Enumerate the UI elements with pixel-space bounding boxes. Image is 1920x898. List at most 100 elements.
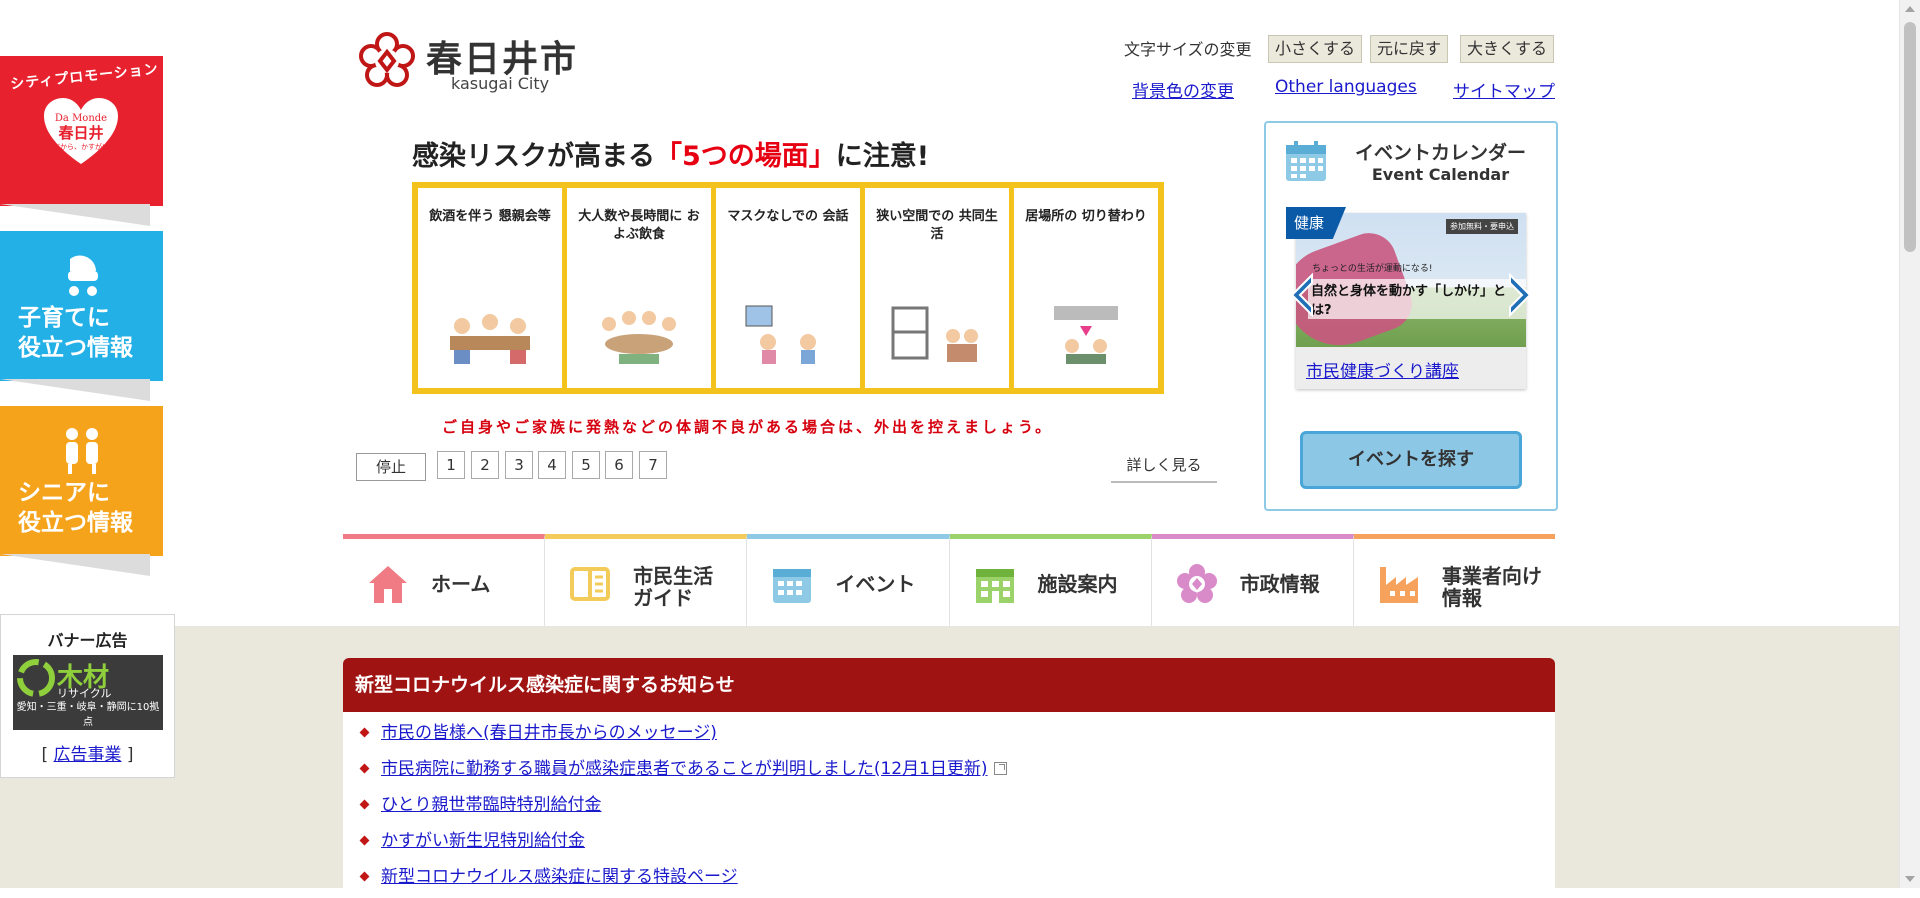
notice-link[interactable]: ひとり親世帯臨時特別給付金 [381,795,602,815]
slide-page-button-4[interactable]: 4 [538,451,566,479]
recycle-wood-ad-banner[interactable]: 木材 リサイクル 愛知・三重・岐阜・静岡に10拠点 [13,655,163,730]
senior-line-1: シニアに [18,480,110,506]
nav-business-info-label: 事業者向け 情報 [1442,565,1547,609]
bullet-icon [359,835,370,846]
heart-text: Da Monde 春日井 だから、かすがい [42,112,120,154]
senior-info-banner[interactable]: シニアに 役立つ情報 [0,406,163,576]
calendar-icon [773,569,812,603]
nav-business-info-line-2: 情報 [1441,586,1482,610]
site-logo[interactable]: 春日井市 kasugai City [356,28,586,96]
factory-icon [1379,567,1418,603]
recycle-icon [17,659,55,697]
bracket-close: ] [126,745,134,765]
nav-life-guide[interactable]: 市民生活 ガイド [545,534,748,626]
drinking-party-illustration-icon [450,314,530,364]
calendar-icon [1286,141,1326,181]
nav-life-guide-line-1: 市民生活 [633,564,714,588]
list-item: かすがい新生児特別給付金 [355,832,1555,868]
slide-headline-highlight: 「5つの場面」 [655,141,836,172]
carousel-prev-arrow-icon[interactable] [1286,271,1316,319]
scene-panel: 居場所の 切り替わり [1014,188,1158,388]
list-item: 新型コロナウイルス感染症に関する特設ページ [355,868,1555,898]
event-card[interactable]: 参加無料・要申込 ちょっとの生活が運動になる! 自然と身体を動かす「しかけ」とは… [1296,213,1526,389]
other-languages-link[interactable]: Other languages [1275,77,1417,97]
slideshow-slide[interactable]: 感染リスクが高まる「5つの場面」に注意! 飲酒を伴う 懇親会等 大人数や長時間に… [356,120,1218,440]
city-promotion-banner[interactable]: シティプロモーション Da Monde 春日井 だから、かすがい [0,56,163,226]
corona-notice-list: 市民の皆様へ(春日井市長からのメッセージ) 市民病院に勤務する職員が感染症患者で… [343,712,1555,898]
scene-label: 大人数や長時間に およぶ飲食 [578,209,700,242]
slide-page-button-1[interactable]: 1 [437,451,465,479]
font-size-label: 文字サイズの変更 [1124,40,1252,59]
font-reset-button[interactable]: 元に戻す [1370,35,1449,63]
carousel-next-arrow-icon[interactable] [1506,271,1536,319]
ad-business-link[interactable]: 広告事業 [54,745,122,765]
banner-shadow [0,204,150,226]
event-calendar-box: イベントカレンダー Event Calendar 参加無料・要申込 ちょっとの生… [1264,121,1558,511]
scene-label: 狭い空間での 共同生活 [876,209,998,242]
childcare-line-2: 役立つ情報 [18,335,133,361]
slide-page-button-6[interactable]: 6 [605,451,633,479]
slide-headline-pre: 感染リスクが高まる [412,141,655,172]
nav-city-info-label: 市政情報 [1239,572,1320,596]
childcare-line-1: 子育てに [18,305,110,331]
slide-page-button-3[interactable]: 3 [505,451,533,479]
shared-living-illustration-icon [891,306,978,362]
notice-link[interactable]: かすがい新生児特別給付金 [381,831,585,851]
ad-business-link-wrap: [ 広告事業 ] [1,740,174,765]
city-flower-icon [1176,564,1217,603]
notice-link[interactable]: 市民病院に勤務する職員が感染症患者であることが判明しました(12月1日更新) [381,759,988,779]
banner-shadow [0,554,150,576]
nav-business-info[interactable]: 事業者向け 情報 [1353,534,1556,626]
bullet-icon [359,727,370,738]
nav-facilities[interactable]: 施設案内 [949,534,1152,626]
banner-ad-box: バナー広告 木材 リサイクル 愛知・三重・岐阜・静岡に10拠点 [ 広告事業 ] [0,614,175,778]
nav-home-label: ホーム [431,572,491,596]
scene-label: 居場所の 切り替わり [1025,209,1147,224]
find-event-button[interactable]: イベントを探す [1300,431,1522,489]
nav-event-label: イベント [835,572,916,596]
banner-shadow [0,379,150,401]
seniors-icon [66,428,98,474]
notice-link[interactable]: 新型コロナウイルス感染症に関する特設ページ [381,867,738,887]
nav-city-info[interactable]: 市政情報 [1151,534,1354,626]
slide-page-button-5[interactable]: 5 [572,451,600,479]
event-title-link[interactable]: 市民健康づくり講座 [1306,357,1459,382]
notice-link[interactable]: 市民の皆様へ(春日井市長からのメッセージ) [381,723,717,743]
font-smaller-button[interactable]: 小さくする [1268,35,1363,63]
slideshow-stop-button[interactable]: 停止 [356,453,426,481]
scroll-up-arrow-icon[interactable] [1905,6,1915,12]
sitemap-link[interactable]: サイトマップ [1453,77,1555,102]
list-item: 市民の皆様へ(春日井市長からのメッセージ) [355,724,1555,760]
city-emblem-icon [359,32,415,87]
corona-notice-box: 新型コロナウイルス感染症に関するお知らせ 市民の皆様へ(春日井市長からのメッセー… [343,658,1555,898]
event-image-headline: 自然と身体を動かす「しかけ」とは? [1308,279,1526,319]
event-image-chip: 参加無料・要申込 [1446,219,1518,234]
background-color-link[interactable]: 背景色の変更 [1132,77,1234,102]
event-calendar-title: イベントカレンダー [1354,142,1526,164]
event-image-tagline: ちょっとの生活が運動になる! [1312,264,1433,274]
slide-caption: ご自身やご家族に発熱などの体調不良がある場合は、外出を控えましょう。 [442,418,1054,436]
slide-more-button[interactable]: 詳しく見る [1111,451,1217,483]
scroll-down-arrow-icon[interactable] [1905,876,1915,882]
bullet-icon [359,799,370,810]
nav-event[interactable]: イベント [747,534,950,626]
font-larger-button[interactable]: 大きくする [1460,35,1555,63]
nav-life-guide-label: 市民生活 ガイド [633,565,738,609]
vertical-scrollbar[interactable] [1899,0,1920,888]
heart-line-2: 春日井 [58,124,104,142]
ad-banner-foot-text: 愛知・三重・岐阜・静岡に10拠点 [16,702,160,728]
scrollbar-thumb[interactable] [1904,22,1916,252]
slide-page-button-7[interactable]: 7 [639,451,667,479]
heart-line-3: だから、かすがい [53,143,109,151]
stroller-icon [68,255,98,296]
logo-city-subtitle: kasugai City [451,74,550,93]
slide-headline: 感染リスクが高まる「5つの場面」に注意! [412,134,929,173]
slide-page-button-2[interactable]: 2 [471,451,499,479]
nav-life-guide-line-2: ガイド [633,586,694,610]
nav-home[interactable]: ホーム [343,534,546,626]
bracket-open: [ [41,745,49,765]
childcare-info-banner[interactable]: 子育てに 役立つ情報 [0,231,163,401]
scene-panel: 飲酒を伴う 懇親会等 [418,188,567,388]
place-change-illustration-icon [1054,306,1118,364]
scene-panel: 大人数や長時間に およぶ飲食 [567,188,716,388]
